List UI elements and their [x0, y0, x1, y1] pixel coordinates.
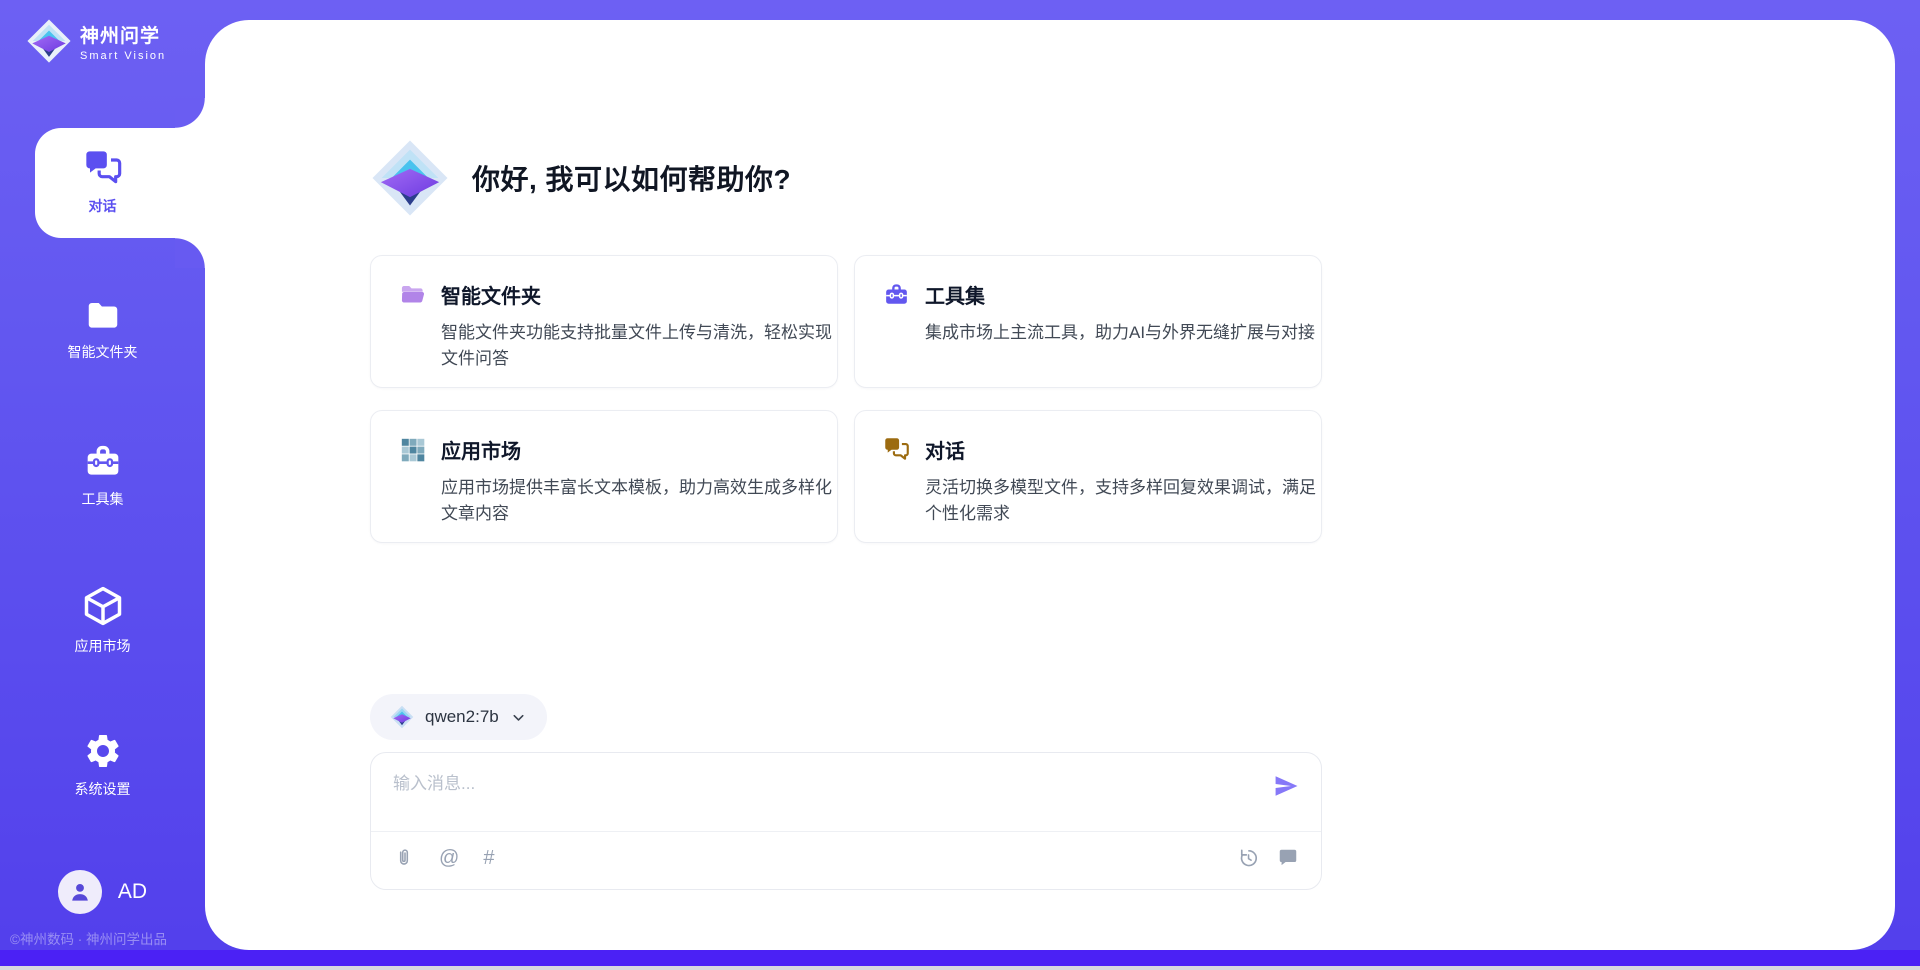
brand-subtitle: Smart Vision	[80, 50, 166, 62]
card-description: 应用市场提供丰富长文本模板，助力高效生成多样化文章内容	[441, 475, 833, 526]
app-logo: 神州问学 Smart Vision	[26, 18, 166, 64]
comment-icon[interactable]	[1277, 847, 1299, 869]
copyright-text: ©神州数码 · 神州问学出品	[10, 928, 205, 948]
avatar	[58, 870, 102, 914]
user-account[interactable]: AD	[0, 870, 205, 914]
window-bottom-edge	[0, 966, 1920, 970]
card-title: 应用市场	[441, 435, 521, 464]
person-icon	[67, 879, 93, 905]
sidebar-item-app-market[interactable]: 应用市场	[0, 584, 205, 656]
user-initials: AD	[118, 880, 147, 904]
tab-fillet-bottom	[175, 238, 205, 268]
composer-divider	[371, 831, 1321, 832]
card-description: 智能文件夹功能支持批量文件上传与清洗，轻松实现文件问答	[441, 320, 833, 371]
hashtag-icon[interactable]: #	[483, 848, 494, 868]
message-input[interactable]	[393, 769, 1233, 821]
greeting: 你好, 我可以如何帮助你?	[370, 138, 791, 218]
assistant-diamond-icon	[370, 138, 450, 218]
bottom-accent-strip	[0, 950, 1920, 966]
grid-icon	[399, 436, 426, 463]
cube-icon	[81, 584, 125, 628]
card-title: 对话	[925, 435, 965, 464]
gear-icon	[83, 731, 123, 771]
chat-bubbles-icon	[883, 436, 910, 463]
model-name: qwen2:7b	[425, 707, 499, 727]
attachment-icon[interactable]	[393, 847, 415, 869]
brand-diamond-icon	[26, 18, 72, 64]
sidebar-item-toolset[interactable]: 工具集	[0, 441, 205, 509]
toolbox-icon	[883, 281, 910, 308]
sidebar-item-label: 应用市场	[75, 636, 131, 656]
chevron-down-icon	[510, 709, 527, 726]
card-description: 集成市场上主流工具，助力AI与外界无缝扩展与对接	[925, 320, 1317, 346]
message-composer: @ #	[370, 752, 1322, 890]
toolbox-icon	[83, 441, 123, 481]
card-title: 工具集	[925, 280, 985, 309]
folder-icon	[84, 296, 122, 334]
card-smart-folder[interactable]: 智能文件夹 智能文件夹功能支持批量文件上传与清洗，轻松实现文件问答	[370, 255, 838, 388]
sidebar-item-settings[interactable]: 系统设置	[0, 731, 205, 799]
greeting-title: 你好, 我可以如何帮助你?	[472, 158, 791, 198]
send-icon[interactable]	[1273, 773, 1299, 799]
sidebar-item-smart-folder[interactable]: 智能文件夹	[0, 296, 205, 362]
chat-bubbles-icon	[83, 148, 123, 188]
model-selector[interactable]: qwen2:7b	[370, 694, 547, 740]
model-diamond-icon	[390, 705, 414, 729]
mention-icon[interactable]: @	[439, 848, 459, 868]
open-folder-icon	[399, 281, 426, 308]
brand-name: 神州问学	[80, 21, 166, 48]
sidebar-item-label: 智能文件夹	[68, 342, 138, 362]
history-icon[interactable]	[1237, 847, 1259, 869]
card-title: 智能文件夹	[441, 280, 541, 309]
sidebar-item-label: 系统设置	[75, 779, 131, 799]
sidebar-item-label: 对话	[89, 196, 117, 216]
card-toolset[interactable]: 工具集 集成市场上主流工具，助力AI与外界无缝扩展与对接	[854, 255, 1322, 388]
feature-cards: 智能文件夹 智能文件夹功能支持批量文件上传与清洗，轻松实现文件问答 工具集 集成…	[370, 255, 1322, 543]
card-app-market[interactable]: 应用市场 应用市场提供丰富长文本模板，助力高效生成多样化文章内容	[370, 410, 838, 543]
card-chat[interactable]: 对话 灵活切换多模型文件，支持多样回复效果调试，满足个性化需求	[854, 410, 1322, 543]
sidebar-item-label: 工具集	[82, 489, 124, 509]
sidebar-item-chat[interactable]: 对话	[0, 148, 205, 216]
card-description: 灵活切换多模型文件，支持多样回复效果调试，满足个性化需求	[925, 475, 1317, 526]
tab-fillet-top	[175, 98, 205, 128]
